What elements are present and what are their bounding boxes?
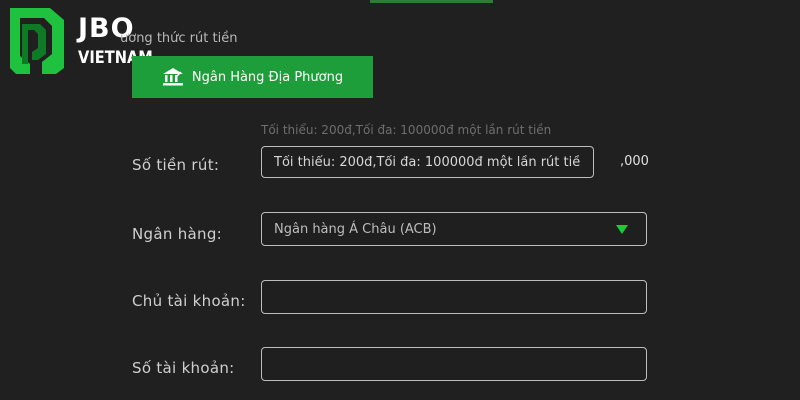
withdraw-method-label: ương thức rút tiền xyxy=(120,31,238,46)
account-number-label: Số tài khoản: xyxy=(132,359,235,377)
account-holder-label: Chủ tài khoản: xyxy=(132,292,246,310)
amount-label: Số tiền rút: xyxy=(132,156,220,174)
local-bank-method-label: Ngân Hàng Địa Phương xyxy=(191,69,344,85)
amount-suffix: ,000 xyxy=(620,154,649,169)
active-tab-indicator xyxy=(370,0,493,3)
bank-icon xyxy=(162,68,183,86)
jbo-logo-mark-icon xyxy=(10,8,64,74)
dropdown-triangle-icon xyxy=(616,224,628,234)
bank-select[interactable]: Ngân hàng Á Châu (ACB) xyxy=(261,212,647,246)
account-number-input[interactable] xyxy=(261,347,647,381)
amount-input[interactable] xyxy=(261,146,594,178)
bank-selected-value: Ngân hàng Á Châu (ACB) xyxy=(274,221,437,237)
amount-limit-hint: Tối thiểu: 200đ,Tối đa: 100000đ một lần … xyxy=(261,123,552,137)
local-bank-method-button[interactable]: Ngân Hàng Địa Phương xyxy=(132,56,373,98)
account-holder-input[interactable] xyxy=(261,280,647,314)
bank-label: Ngân hàng: xyxy=(132,225,222,243)
